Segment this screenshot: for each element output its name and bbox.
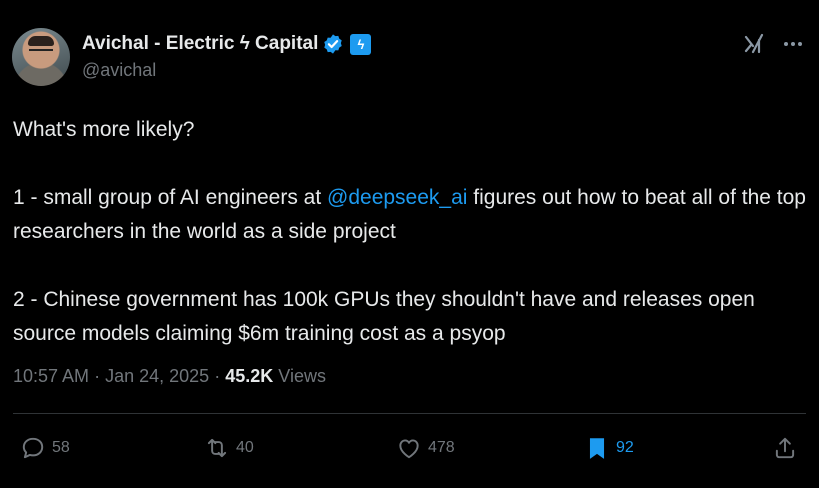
bookmark-button[interactable]: 92 <box>584 430 634 466</box>
more-dot <box>798 42 802 46</box>
more-dot <box>791 42 795 46</box>
reply-count: 58 <box>52 439 70 456</box>
views-count: 45.2K <box>225 366 274 386</box>
more-dot <box>784 42 788 46</box>
meta-separator: · <box>94 366 101 386</box>
like-button[interactable]: 478 <box>396 430 455 466</box>
avatar[interactable] <box>12 28 70 86</box>
tweet-intro: What's more likely? <box>13 118 195 141</box>
tweet-meta: 10:57 AM · Jan 24, 2025 · 45.2K Views <box>13 366 326 387</box>
grok-icon[interactable] <box>742 32 766 56</box>
divider <box>13 413 806 414</box>
action-bar: 58 40 478 92 <box>0 430 819 466</box>
more-icon[interactable] <box>781 33 805 55</box>
reply-icon <box>22 437 44 459</box>
tweet-text: What's more likely? 1 - small group of A… <box>13 113 808 351</box>
meta-separator: · <box>214 366 221 386</box>
bookmark-count: 92 <box>616 439 634 456</box>
bookmark-icon <box>589 438 605 459</box>
avatar-hair <box>28 36 54 46</box>
tweet-time[interactable]: 10:57 AM <box>13 366 89 386</box>
retweet-count: 40 <box>236 439 254 456</box>
share-button[interactable] <box>772 430 804 466</box>
tweet-option-1: 1 - small group of AI engineers at @deep… <box>13 181 808 249</box>
affiliate-badge-icon[interactable]: ϟ <box>350 33 372 55</box>
avatar-glasses <box>29 49 53 56</box>
tweet-header: Avichal - Electric ϟ Capital ϟ @avichal <box>0 0 819 100</box>
reply-button[interactable]: 58 <box>20 430 70 466</box>
like-count: 478 <box>428 439 455 456</box>
views-label: Views <box>278 366 326 386</box>
option-1-text-start: 1 - small group of AI engineers at <box>13 186 328 209</box>
author-handle[interactable]: @avichal <box>82 60 156 81</box>
share-icon <box>775 437 795 459</box>
author-display-name[interactable]: Avichal - Electric ϟ Capital <box>82 33 318 55</box>
mention-link[interactable]: @deepseek_ai <box>327 186 467 209</box>
retweet-button[interactable]: 40 <box>204 430 254 466</box>
heart-icon <box>399 439 419 459</box>
retweet-icon <box>207 438 227 458</box>
verified-badge-icon[interactable] <box>322 33 344 55</box>
name-row: Avichal - Electric ϟ Capital ϟ <box>82 32 372 56</box>
tweet-option-2: 2 - Chinese government has 100k GPUs the… <box>13 288 755 345</box>
tweet-date[interactable]: Jan 24, 2025 <box>105 366 209 386</box>
